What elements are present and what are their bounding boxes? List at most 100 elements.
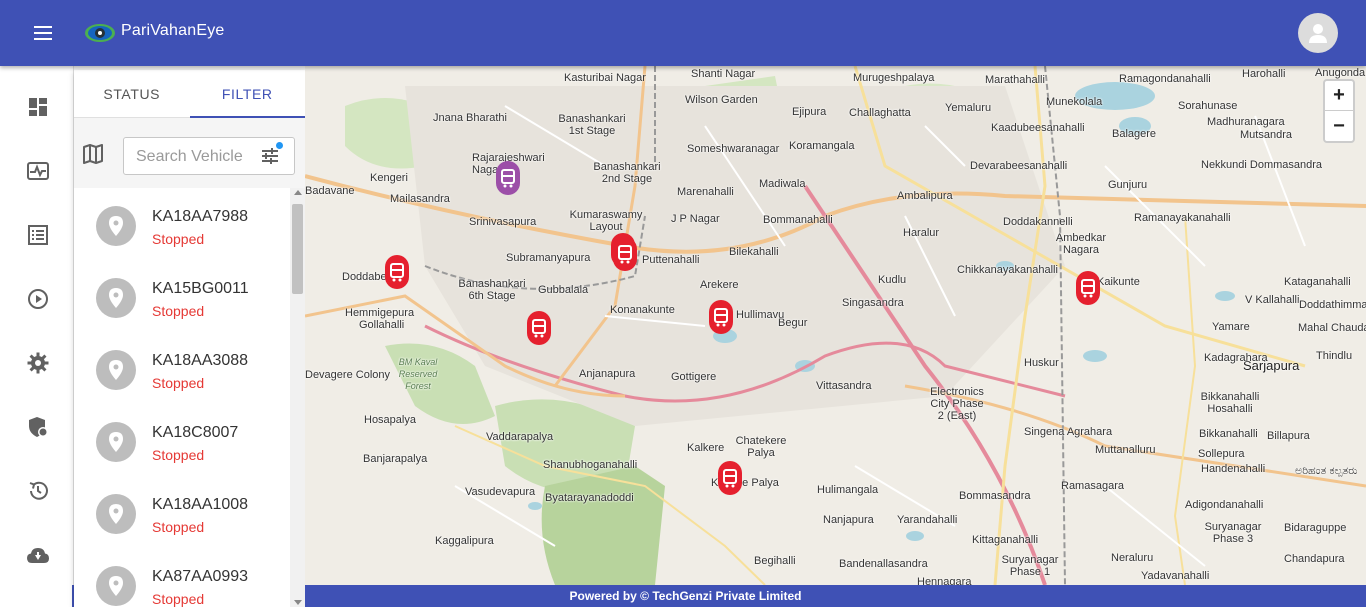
- list-report-icon[interactable]: [22, 219, 54, 251]
- map-label: Kaggalipura: [435, 535, 494, 547]
- vehicle-name: KA15BG0011: [152, 280, 249, 297]
- user-avatar[interactable]: [1298, 13, 1338, 53]
- map-label: Bidaraguppe: [1284, 522, 1347, 534]
- activity-monitor-icon[interactable]: [22, 155, 54, 187]
- search-input[interactable]: [136, 146, 254, 168]
- bus-marker-red[interactable]: [717, 460, 743, 496]
- scroll-up-arrow-icon[interactable]: [294, 190, 302, 195]
- map-label: Ramanayakanahalli: [1134, 212, 1231, 224]
- zoom-in-button[interactable]: +: [1325, 81, 1353, 111]
- vehicle-status: Stopped: [152, 231, 205, 247]
- map-label: Haralur: [903, 227, 940, 239]
- map-label: Balagere: [1112, 128, 1157, 140]
- map-label: Bommanahalli: [763, 214, 833, 226]
- map-label: Shanubhoganahalli: [543, 459, 638, 471]
- map-label: Puttenahalli: [642, 254, 700, 266]
- map-label: Kudlu: [878, 274, 907, 286]
- location-pin-icon: [96, 494, 136, 534]
- bus-marker-red[interactable]: [612, 236, 638, 272]
- map-label: Shanti Nagar: [691, 68, 756, 80]
- map-label: Yemaluru: [945, 102, 992, 114]
- tab-status[interactable]: STATUS: [74, 70, 190, 117]
- map-label: Doddathimmasandra: [1299, 299, 1366, 311]
- map-label: Ramagondanahalli: [1119, 73, 1211, 85]
- map-label: Yamare: [1212, 321, 1250, 333]
- map-label: Suryanagar Phase 1: [1001, 554, 1059, 578]
- map-label: Hosapalya: [364, 414, 416, 426]
- list-item[interactable]: KA87AA0993 Stopped: [74, 548, 290, 607]
- map-label: Neraluru: [1111, 552, 1154, 564]
- map-label: Nekkundi Dommasandra: [1201, 159, 1323, 171]
- map-label: Handenahalli: [1201, 463, 1266, 475]
- filter-sliders-icon[interactable]: [261, 147, 283, 169]
- map-label: Doddakannelli: [1003, 216, 1073, 228]
- playback-icon[interactable]: [22, 283, 54, 315]
- vehicle-name: KA18AA7988: [152, 208, 249, 225]
- settings-icon[interactable]: [22, 347, 54, 379]
- tab-filter[interactable]: FILTER: [189, 70, 306, 118]
- map-label: Mutsandra: [1240, 129, 1292, 141]
- map-label: Devagere Colony: [305, 369, 390, 381]
- map-label: Yadavanahalli: [1141, 570, 1210, 582]
- map-label: Billapura: [1267, 430, 1310, 442]
- map-label: Madiwala: [759, 178, 806, 190]
- vehicle-status: Stopped: [152, 519, 205, 535]
- map-label: Marenahalli: [677, 186, 734, 198]
- map-label: Kaadubeesanahalli: [991, 122, 1085, 134]
- list-item[interactable]: KA18AA1008 Stopped: [74, 476, 290, 548]
- map-label: Harohalli: [1242, 68, 1286, 80]
- map-label: Challaghatta: [849, 107, 911, 119]
- dashboard-icon[interactable]: [22, 91, 54, 123]
- bus-marker-red[interactable]: [1075, 270, 1101, 306]
- list-scrollbar[interactable]: [290, 188, 305, 607]
- map-label: Thindlu: [1316, 350, 1353, 362]
- map-label: Chatekere Palya: [735, 435, 787, 459]
- map-label: Srinivasapura: [469, 216, 537, 228]
- vehicle-status: Stopped: [152, 447, 205, 463]
- vehicle-name: KA87AA0993: [152, 568, 249, 585]
- scroll-down-arrow-icon[interactable]: [294, 600, 302, 605]
- history-icon[interactable]: [22, 475, 54, 507]
- list-item[interactable]: KA18C8007 Stopped: [74, 404, 290, 476]
- map-label: Kengeri: [370, 172, 408, 184]
- location-pin-icon: [96, 422, 136, 462]
- map-label: Begihalli: [754, 555, 796, 567]
- map-label: Vasudevapura: [465, 486, 536, 498]
- bus-marker-red[interactable]: [384, 254, 410, 290]
- bus-marker-red[interactable]: [708, 299, 734, 335]
- list-item[interactable]: KA18AA3088 Stopped: [74, 332, 290, 404]
- map-label: Chandapura: [1284, 553, 1345, 565]
- cloud-download-icon[interactable]: [22, 539, 54, 571]
- map-label: Hulimangala: [817, 484, 879, 496]
- vehicle-name: KA18AA3088: [152, 352, 249, 369]
- zoom-out-button[interactable]: −: [1325, 111, 1353, 141]
- bus-marker-red[interactable]: [526, 310, 552, 346]
- map-label: Bikkanahalli: [1199, 428, 1258, 440]
- security-shield-icon[interactable]: [22, 411, 54, 443]
- list-item[interactable]: KA15BG0011 Stopped: [74, 260, 290, 332]
- map-label: Sollepura: [1198, 448, 1245, 460]
- vehicle-status: Stopped: [152, 375, 205, 391]
- map-label: Wilson Garden: [685, 94, 758, 106]
- map-label: Ejipura: [792, 106, 827, 118]
- location-pin-icon: [96, 278, 136, 318]
- map-label: Munekolala: [1046, 96, 1103, 108]
- map-label: Vittasandra: [816, 380, 872, 392]
- map-label: Kasturibai Nagar: [564, 72, 646, 84]
- map-label: Bilekahalli: [729, 246, 779, 258]
- map-view-icon[interactable]: [82, 143, 106, 167]
- menu-icon[interactable]: [26, 20, 60, 46]
- map-label: Chikkanayakanahalli: [957, 264, 1058, 276]
- bus-marker-purple[interactable]: [495, 160, 521, 196]
- map-label: Singena Agrahara: [1024, 426, 1113, 438]
- map-view[interactable]: Kasturibai Nagar Shanti Nagar Murugeshpa…: [305, 66, 1366, 585]
- list-item[interactable]: KA18AA7988 Stopped: [74, 188, 290, 260]
- vehicle-panel: STATUS FILTER KA18AA7988 Stopped KA15BG0…: [74, 70, 305, 607]
- map-label: Singasandra: [842, 297, 904, 309]
- map-label: V Kallahalli: [1245, 294, 1300, 306]
- map-label: Arekere: [700, 279, 739, 291]
- map-label: Bikkanahalli Hosahalli: [1200, 391, 1260, 415]
- footer-bar: Powered by © TechGenzi Private Limited: [305, 585, 1366, 607]
- scroll-thumb[interactable]: [292, 204, 303, 294]
- search-row: [74, 118, 305, 188]
